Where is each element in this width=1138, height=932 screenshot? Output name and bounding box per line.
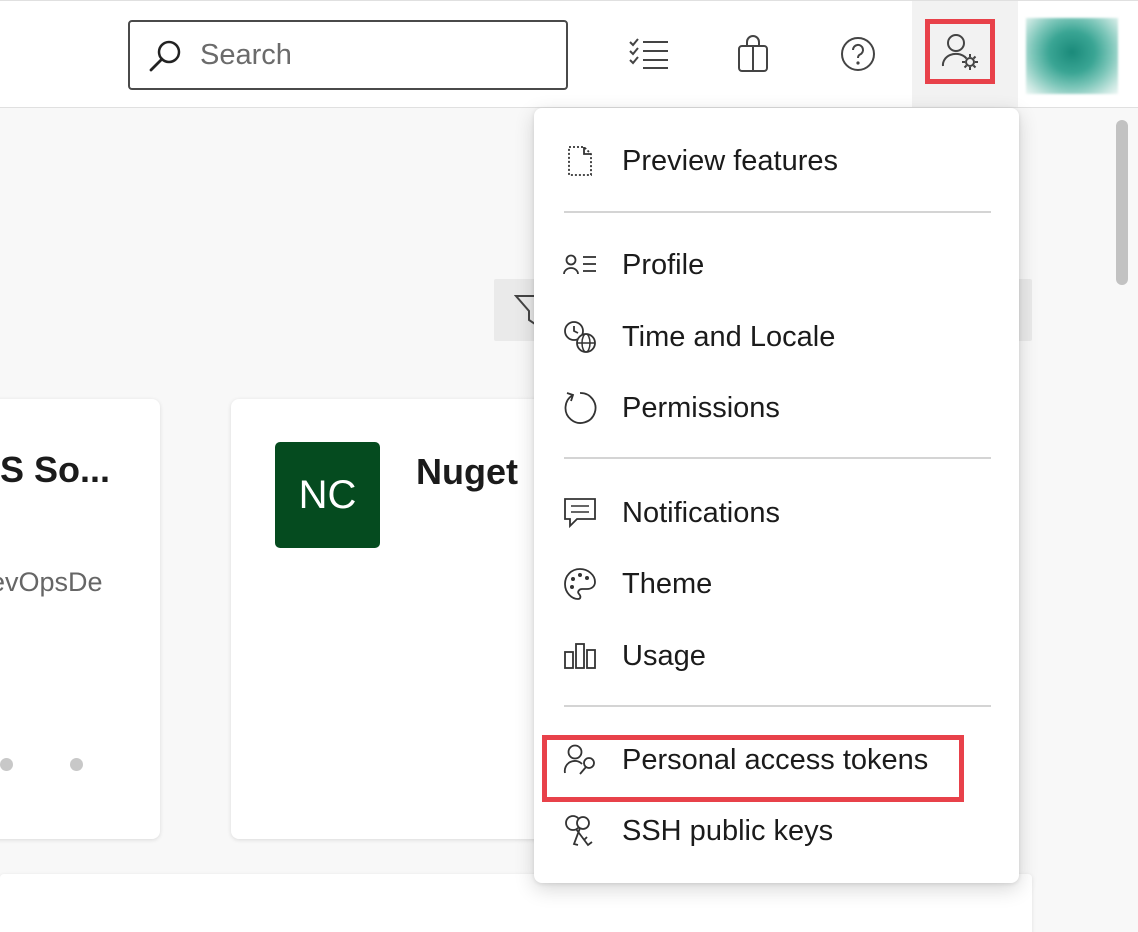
user-settings-menu: Preview features Profile Time and Locale… bbox=[534, 108, 1019, 883]
project-title: IS So... bbox=[0, 449, 111, 490]
menu-item-label: Notifications bbox=[622, 496, 780, 529]
menu-item-theme[interactable]: Theme bbox=[534, 554, 1019, 614]
preview-page-icon bbox=[562, 143, 598, 179]
marketplace-bag-icon[interactable] bbox=[730, 31, 776, 77]
menu-item-label: Time and Locale bbox=[622, 320, 836, 353]
profile-card-icon bbox=[562, 247, 598, 283]
menu-item-label: Personal access tokens bbox=[622, 743, 929, 776]
menu-item-label: Theme bbox=[622, 567, 713, 600]
menu-item-time-and-locale[interactable]: Time and Locale bbox=[534, 307, 1019, 367]
user-settings-icon bbox=[940, 32, 980, 72]
menu-item-label: Profile bbox=[622, 248, 705, 281]
menu-divider bbox=[564, 457, 991, 459]
chat-bubble-icon bbox=[562, 495, 598, 531]
menu-item-label: Usage bbox=[622, 639, 706, 672]
refresh-circle-icon bbox=[562, 390, 598, 426]
search-icon bbox=[148, 38, 184, 74]
search-box[interactable] bbox=[128, 20, 568, 90]
menu-item-permissions[interactable]: Permissions bbox=[534, 378, 1019, 438]
work-items-icon[interactable] bbox=[626, 31, 672, 77]
keys-icon bbox=[562, 813, 598, 849]
menu-item-label: Preview features bbox=[622, 144, 838, 177]
menu-item-usage[interactable]: Usage bbox=[534, 626, 1019, 686]
menu-item-personal-access-tokens[interactable]: Personal access tokens bbox=[534, 730, 1019, 790]
bar-usage-icon bbox=[562, 638, 598, 674]
menu-divider bbox=[564, 705, 991, 707]
project-subtitle: evOpsDe bbox=[0, 567, 103, 597]
pager-dot[interactable] bbox=[0, 758, 13, 771]
menu-item-notifications[interactable]: Notifications bbox=[534, 483, 1019, 543]
user-settings-button[interactable] bbox=[925, 19, 995, 84]
menu-divider bbox=[564, 211, 991, 213]
pager-dot[interactable] bbox=[70, 758, 83, 771]
project-badge: NC bbox=[275, 442, 380, 548]
user-key-icon bbox=[562, 742, 598, 778]
menu-item-label: Permissions bbox=[622, 391, 780, 424]
clock-globe-icon bbox=[562, 319, 598, 355]
project-title: Nuget bbox=[416, 451, 518, 492]
user-settings-area bbox=[912, 1, 1018, 107]
project-card[interactable]: IS So... evOpsDe bbox=[0, 399, 160, 839]
avatar[interactable] bbox=[1026, 18, 1118, 94]
search-input[interactable] bbox=[200, 34, 550, 76]
menu-item-preview-features[interactable]: Preview features bbox=[534, 131, 1019, 191]
scrollbar[interactable] bbox=[1116, 120, 1128, 285]
menu-item-ssh-public-keys[interactable]: SSH public keys bbox=[534, 801, 1019, 861]
help-icon[interactable] bbox=[835, 31, 881, 77]
menu-item-label: SSH public keys bbox=[622, 814, 834, 847]
menu-item-profile[interactable]: Profile bbox=[534, 235, 1019, 295]
palette-icon bbox=[562, 566, 598, 602]
